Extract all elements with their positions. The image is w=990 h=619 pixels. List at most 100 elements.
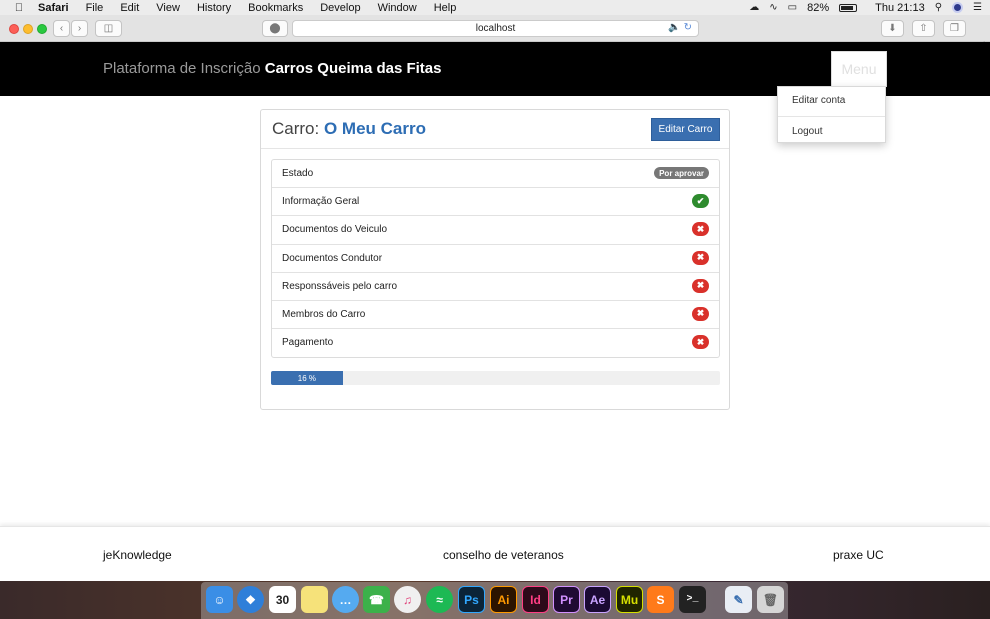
list-item[interactable]: Documentos do Veiculo ✖ xyxy=(272,216,719,245)
card-title: Carro: O Meu Carro xyxy=(272,119,426,139)
menu-view[interactable]: View xyxy=(156,2,180,14)
battery-icon[interactable] xyxy=(839,3,858,12)
title-prefix: Carro: xyxy=(272,119,320,138)
menu-button[interactable]: Menu xyxy=(831,51,887,87)
browser-toolbar: ‹ › ◫ ⬤ localhost 🔈 ↻ ⬇ ⇧ ❐ + xyxy=(0,15,990,52)
progress-fill: 16 % xyxy=(271,371,343,385)
share-icon: ⇧ xyxy=(919,23,928,34)
menu-history[interactable]: History xyxy=(197,2,231,14)
menu-window[interactable]: Window xyxy=(378,2,417,14)
list-item[interactable]: Informação Geral ✔ xyxy=(272,188,719,217)
site-brand[interactable]: Plataforma de Inscrição Carros Queima da… xyxy=(103,60,441,77)
address-bar[interactable]: localhost 🔈 ↻ xyxy=(292,20,699,37)
menu-dropdown: Editar conta Logout xyxy=(777,86,886,143)
zoom-window-button[interactable] xyxy=(37,24,47,34)
shield-icon: ⬤ xyxy=(269,23,281,34)
indesign-icon[interactable]: Id xyxy=(522,586,549,613)
site-footer: jeKnowledge conselho de veteranos praxe … xyxy=(0,526,990,581)
premiere-icon[interactable]: Pr xyxy=(553,586,580,613)
creative-cloud-icon[interactable]: ☁ xyxy=(749,2,759,13)
user-avatar-icon[interactable] xyxy=(952,2,964,13)
menu-app-name[interactable]: Safari xyxy=(38,2,69,14)
cross-icon: ✖ xyxy=(692,306,709,321)
web-page: Plataforma de Inscrição Carros Queima da… xyxy=(0,42,990,581)
download-icon: ⬇ xyxy=(888,23,897,34)
illustrator-icon[interactable]: Ai xyxy=(490,586,517,613)
menu-edit[interactable]: Edit xyxy=(120,2,139,14)
notification-center-icon[interactable]: ☰ xyxy=(973,2,982,13)
card-header: Carro: O Meu Carro Editar Carro xyxy=(261,110,729,149)
check-icon: ✔ xyxy=(692,194,709,209)
muse-icon[interactable]: Mu xyxy=(616,586,643,613)
menu-file[interactable]: File xyxy=(86,2,104,14)
edit-car-button[interactable]: Editar Carro xyxy=(651,118,720,141)
tabs-button[interactable]: ❐ xyxy=(943,20,966,37)
photoshop-icon[interactable]: Ps xyxy=(458,586,485,613)
airplay-icon[interactable]: ▭ xyxy=(788,2,797,13)
menu-help[interactable]: Help xyxy=(434,2,457,14)
menu-bookmarks[interactable]: Bookmarks xyxy=(248,2,303,14)
reload-icon[interactable]: 🔈 ↻ xyxy=(668,22,692,33)
facetime-icon[interactable]: ☎ xyxy=(363,586,390,613)
list-item[interactable]: Membros do Carro ✖ xyxy=(272,301,719,330)
car-card: Carro: O Meu Carro Editar Carro Estado P… xyxy=(260,109,730,410)
dock: ☺ ❖ 30 … ☎ ♫ ≈ Ps Ai Id Pr Ae Mu S >_ ✎ … xyxy=(201,582,788,619)
edit-account-link[interactable]: Editar conta xyxy=(792,95,845,106)
list-item[interactable]: Pagamento ✖ xyxy=(272,329,719,357)
footer-link-jeknowledge[interactable]: jeKnowledge xyxy=(103,548,172,562)
url-text: localhost xyxy=(475,23,516,34)
finder-icon[interactable]: ☺ xyxy=(206,586,233,613)
status-label: Estado xyxy=(282,168,314,179)
aftereffects-icon[interactable]: Ae xyxy=(584,586,611,613)
brand-light: Plataforma de Inscrição xyxy=(103,60,261,77)
sidebar-icon: ◫ xyxy=(103,23,114,34)
list-item[interactable]: Responssáveis pelo carro ✖ xyxy=(272,273,719,301)
spotlight-icon[interactable]: ⚲ xyxy=(935,2,942,13)
back-button[interactable]: ‹ xyxy=(53,20,70,37)
footer-link-veteranos[interactable]: conselho de veteranos xyxy=(443,548,564,562)
logout-link[interactable]: Logout xyxy=(792,126,823,137)
chevron-right-icon: › xyxy=(77,23,82,34)
apple-icon[interactable]:  xyxy=(12,2,26,14)
wifi-icon[interactable]: ∿ xyxy=(769,2,777,13)
spotify-icon[interactable]: ≈ xyxy=(426,586,453,613)
list-item[interactable]: Documentos Condutor ✖ xyxy=(272,245,719,273)
calendar-icon[interactable]: 30 xyxy=(269,586,296,613)
share-button[interactable]: ⇧ xyxy=(912,20,935,37)
brand-bold: Carros Queima das Fitas xyxy=(264,60,442,77)
battery-percent[interactable]: 82% xyxy=(807,2,829,14)
clock[interactable]: Thu 21:13 xyxy=(875,2,925,14)
close-window-button[interactable] xyxy=(9,24,19,34)
sublime-icon[interactable]: S xyxy=(647,586,674,613)
safari-icon[interactable]: ❖ xyxy=(237,586,264,613)
minimize-window-button[interactable] xyxy=(23,24,33,34)
downloads-button[interactable]: ⬇ xyxy=(881,20,904,37)
dropdown-divider xyxy=(778,116,885,117)
footer-link-praxe[interactable]: praxe UC xyxy=(833,548,884,562)
itunes-icon[interactable]: ♫ xyxy=(394,586,421,613)
car-name: O Meu Carro xyxy=(323,119,426,138)
cross-icon: ✖ xyxy=(692,335,709,350)
status-list: Estado Por aprovar Informação Geral ✔ Do… xyxy=(271,159,720,359)
status-area: ☁ ∿ ▭ 82% Thu 21:13 ⚲ ☰ xyxy=(749,0,982,15)
progress-bar: 16 % xyxy=(271,371,720,385)
status-badge: Por aprovar xyxy=(654,167,709,179)
private-button[interactable]: ⬤ xyxy=(262,20,288,37)
sidebar-button[interactable]: ◫ xyxy=(95,20,122,37)
item-label: Pagamento xyxy=(282,337,334,349)
list-item-status: Estado Por aprovar xyxy=(272,160,719,189)
terminal-icon[interactable]: >_ xyxy=(679,586,706,613)
cross-icon: ✖ xyxy=(692,278,709,293)
item-label: Informação Geral xyxy=(282,196,360,208)
forward-button[interactable]: › xyxy=(71,20,88,37)
item-label: Membros do Carro xyxy=(282,308,366,320)
trash-icon[interactable]: 🗑 xyxy=(757,586,784,613)
chevron-left-icon: ‹ xyxy=(59,23,64,34)
cross-icon: ✖ xyxy=(692,222,709,237)
macos-menubar:  Safari File Edit View History Bookmark… xyxy=(0,0,990,15)
notes-icon[interactable] xyxy=(301,586,328,613)
messages-icon[interactable]: … xyxy=(332,586,359,613)
menu-develop[interactable]: Develop xyxy=(320,2,360,14)
preview-icon[interactable]: ✎ xyxy=(725,586,752,613)
item-label: Responssáveis pelo carro xyxy=(282,280,398,292)
